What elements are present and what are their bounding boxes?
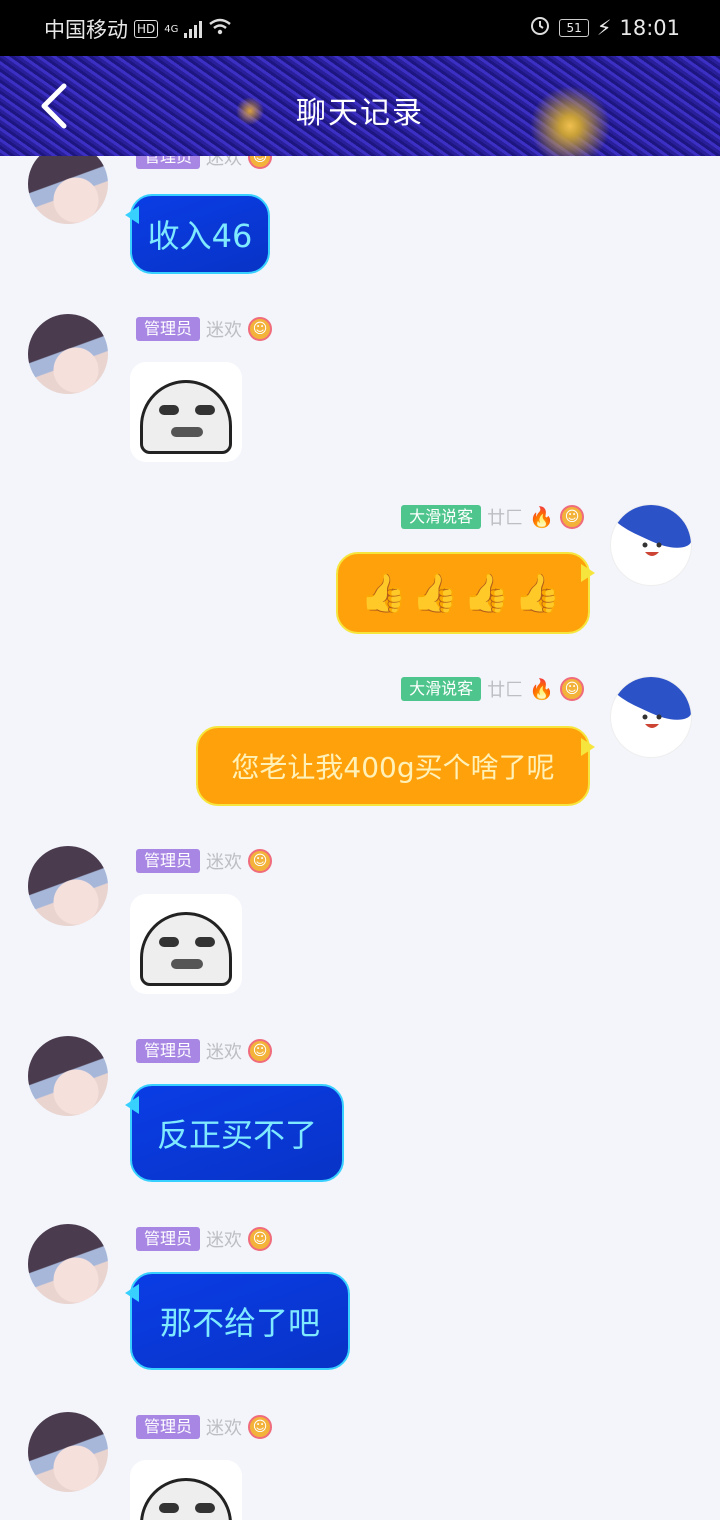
clock: 18:01 [619,15,680,40]
message-text: 您老让我400g买个啥了呢 [231,751,555,784]
message-meta: 管理员 迷欢 ☺ [136,316,273,342]
avatar[interactable] [610,676,692,758]
message-bubble[interactable]: 您老让我400g买个啥了呢 [196,726,595,806]
smile-badge-icon: ☺ [248,317,273,341]
sender-nickname: 廿匚 [487,680,524,701]
smile-badge-icon: ☺ [248,849,273,873]
sticker-image[interactable] [130,1460,242,1520]
smile-badge-icon: ☺ [248,1415,273,1439]
meme-face-icon [140,1478,232,1520]
smile-face-icon [642,542,662,556]
alarm-icon [529,14,551,41]
meme-face-icon [140,912,232,986]
status-right: 51 ⚡ 18:01 [529,14,680,41]
role-tag: 管理员 [136,1227,201,1251]
role-tag: 大滑说客 [401,677,482,701]
sender-nickname: 迷欢 [206,1418,243,1439]
avatar[interactable] [28,1036,108,1116]
message-meta: 大滑说客 廿匚 🔥 ☺ [401,504,584,530]
sender-nickname: 迷欢 [206,1230,243,1251]
smile-face-icon [642,714,662,728]
sender-nickname: 廿匚 [487,508,524,529]
smile-badge-icon: ☺ [560,677,584,701]
avatar[interactable] [28,314,108,394]
role-tag: 管理员 [136,156,201,169]
smile-badge-icon: ☺ [248,1227,273,1251]
hd-badge: HD [134,20,159,38]
avatar[interactable] [28,156,108,224]
message-bubble[interactable]: 👍👍👍👍 [336,552,595,634]
fire-icon: 🔥 [529,505,554,529]
carrier-name: 中国移动 [44,18,128,42]
page-title: 聊天记录 [296,96,424,131]
sender-nickname: 迷欢 [206,1042,243,1063]
role-tag: 管理员 [136,317,201,341]
message-text: 那不给了吧 [159,1304,320,1342]
chat-list[interactable]: 管理员 迷欢 ☺ 收入46 管理员 迷欢 ☺ 大滑说客 廿匚 🔥 ☺ 👍👍👍👍 … [0,156,720,1520]
sender-nickname: 迷欢 [206,156,243,169]
message-meta: 管理员 迷欢 ☺ [136,1226,273,1252]
charging-icon: ⚡ [596,15,612,40]
role-tag: 大滑说客 [401,505,482,529]
sender-nickname: 迷欢 [206,852,243,873]
fire-icon: 🔥 [529,677,554,701]
message-text: 收入46 [147,217,253,255]
role-tag: 管理员 [136,849,201,873]
smile-badge-icon: ☺ [560,505,584,529]
message-bubble[interactable]: 收入46 [125,194,270,274]
message-text: 反正买不了 [156,1116,317,1154]
message-meta: 管理员 迷欢 ☺ [136,848,273,874]
message-meta: 管理员 迷欢 ☺ [136,1038,273,1064]
sticker-image[interactable] [130,362,242,462]
battery-level: 51 [559,18,589,37]
avatar[interactable] [28,846,108,926]
role-tag: 管理员 [136,1039,201,1063]
message-meta: 管理员 迷欢 ☺ [136,156,273,170]
signal-icon [184,20,203,38]
header-bar: 聊天记录 [0,56,720,156]
status-bar: 中国移动 HD 4G 51 ⚡ 18:01 [0,0,720,56]
message-text: 👍👍👍👍 [360,570,566,615]
message-meta: 管理员 迷欢 ☺ [136,1414,273,1440]
meme-face-icon [140,380,232,454]
smile-badge-icon: ☺ [248,1039,273,1063]
status-left: 中国移动 HD 4G [44,14,232,44]
sticker-image[interactable] [130,894,242,994]
smile-badge-icon: ☺ [248,156,273,169]
wifi-icon [208,17,232,41]
message-meta: 大滑说客 廿匚 🔥 ☺ [401,676,584,702]
sender-nickname: 迷欢 [206,320,243,341]
role-tag: 管理员 [136,1415,201,1439]
network-type: 4G [164,23,179,35]
avatar[interactable] [610,504,692,586]
avatar[interactable] [28,1224,108,1304]
avatar[interactable] [28,1412,108,1492]
message-bubble[interactable]: 反正买不了 [125,1084,344,1182]
message-bubble[interactable]: 那不给了吧 [125,1272,350,1370]
